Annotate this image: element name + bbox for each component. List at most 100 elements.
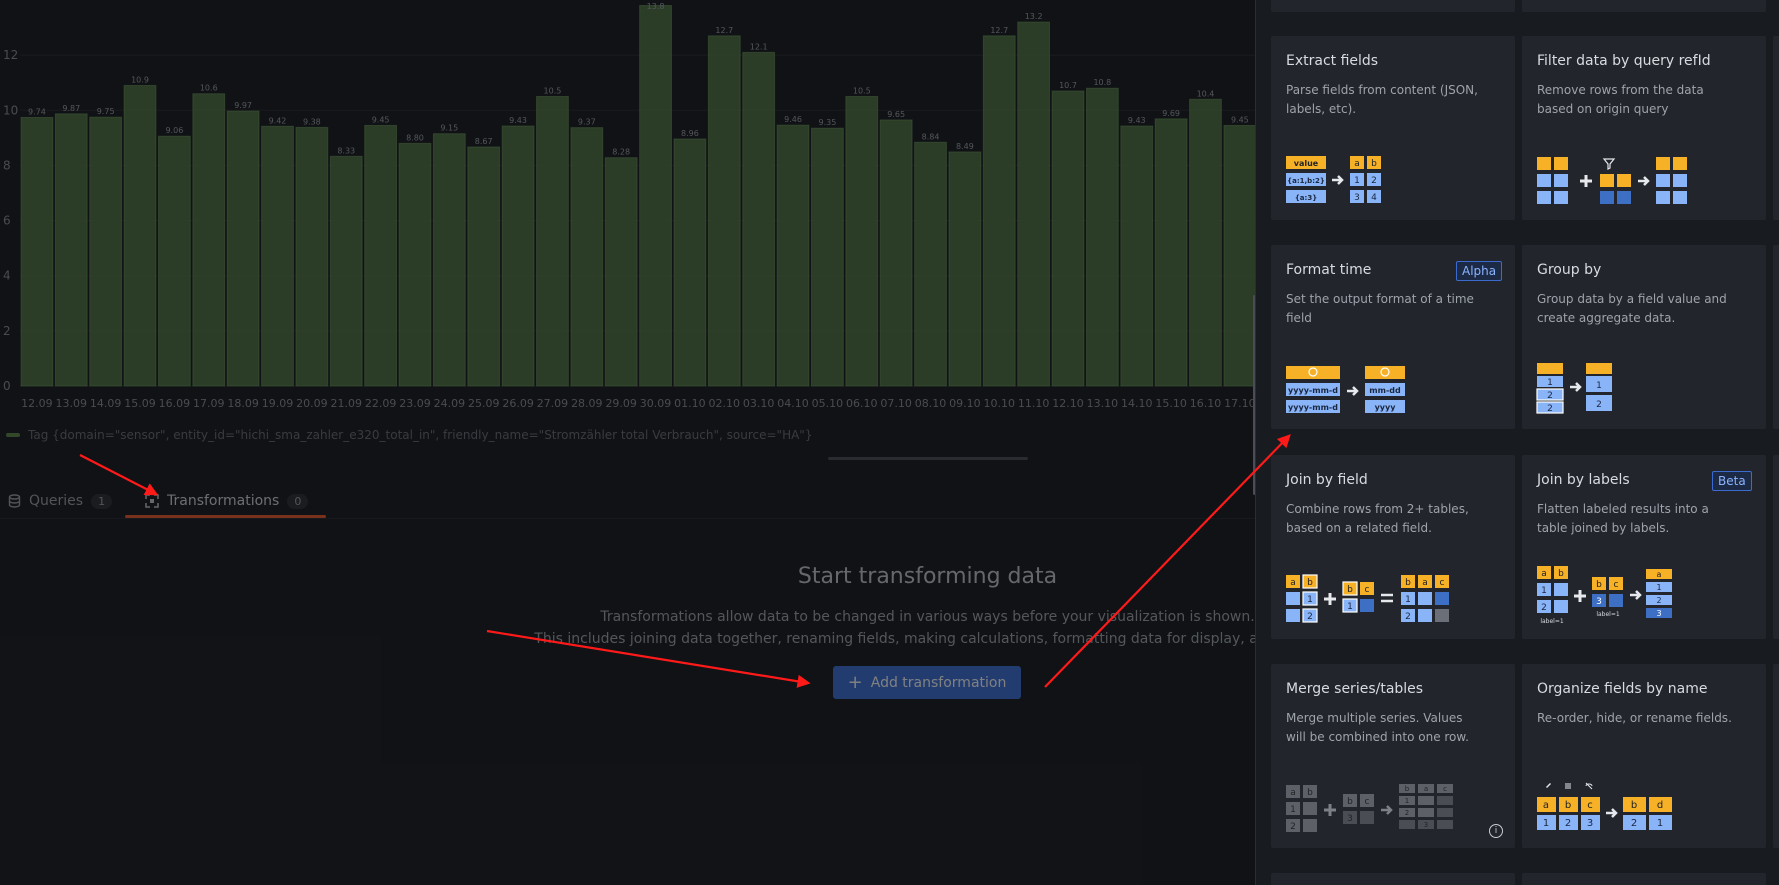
- chart-bar[interactable]: [329, 155, 363, 387]
- bar-value-label: 8.49: [956, 142, 974, 151]
- card-filter-by-refid[interactable]: Filter data by query refId Remove rows f…: [1522, 36, 1766, 220]
- bar-value-label: 9.35: [819, 118, 837, 127]
- svg-text:a: a: [1541, 569, 1547, 579]
- chart-bar[interactable]: [1189, 98, 1222, 387]
- chart-bar[interactable]: [742, 51, 776, 387]
- bar-value-label: 9.69: [1162, 109, 1180, 118]
- svg-text:b: b: [1307, 788, 1313, 798]
- chart-bar[interactable]: [707, 35, 741, 387]
- bar-value-label: 9.46: [784, 115, 802, 124]
- card-partial-right-3[interactable]: [1773, 455, 1779, 639]
- card-partial-bottom-right[interactable]: [1522, 873, 1766, 885]
- card-join-by-labels[interactable]: Join by labels Beta Flatten labeled resu…: [1522, 455, 1766, 639]
- svg-text:2: 2: [1541, 603, 1547, 613]
- chart-bar[interactable]: [467, 146, 501, 387]
- chart-bar[interactable]: [226, 110, 260, 387]
- card-format-time[interactable]: Format time Alpha Set the output format …: [1271, 245, 1515, 429]
- bar-value-label: 9.45: [1231, 115, 1249, 124]
- tab-queries[interactable]: Queries 1: [8, 484, 113, 518]
- chart-bar[interactable]: [398, 142, 432, 387]
- format-time-illustration: yyyy-mm-d yyyy-mm-d mm-dd yyyy: [1286, 366, 1405, 413]
- x-tick-label: 16.10: [1190, 397, 1222, 410]
- card-join-by-field[interactable]: Join by field Combine rows from 2+ table…: [1271, 455, 1515, 639]
- svg-text:a: a: [1422, 578, 1428, 588]
- chart-bar[interactable]: [1085, 87, 1119, 387]
- extract-h1: a: [1354, 159, 1360, 169]
- chart-bar[interactable]: [364, 124, 398, 387]
- card-partial-right-2[interactable]: [1773, 245, 1779, 429]
- chart-bar[interactable]: [157, 135, 191, 387]
- chart-bar[interactable]: [1223, 124, 1255, 387]
- chart-legend[interactable]: Tag {domain="sensor", entity_id="hichi_s…: [6, 428, 812, 442]
- card-extract-fields[interactable]: Extract fields Parse fields from content…: [1271, 36, 1515, 220]
- info-icon[interactable]: i: [1489, 824, 1503, 838]
- chart-bar[interactable]: [1154, 118, 1188, 387]
- card-partial-right-1[interactable]: [1773, 36, 1779, 220]
- legend-scrollbar[interactable]: [828, 457, 1028, 460]
- x-tick-label: 03.10: [743, 397, 775, 410]
- chart-bar[interactable]: [811, 127, 844, 387]
- chart-bar[interactable]: [776, 124, 810, 387]
- grp-in2: 2: [1547, 391, 1553, 401]
- bar-value-label: 8.67: [475, 137, 493, 146]
- bar-value-label: 9.43: [1128, 116, 1146, 125]
- chart-bar[interactable]: [123, 84, 157, 387]
- add-transformation-button[interactable]: + Add transformation: [833, 666, 1021, 699]
- chart-bar[interactable]: [1017, 21, 1051, 387]
- chart-bar[interactable]: [1120, 125, 1154, 387]
- card-merge-series-tables[interactable]: Merge series/tables Merge multiple serie…: [1271, 664, 1515, 848]
- svg-text:2: 2: [1405, 809, 1409, 817]
- chart-bar[interactable]: [192, 93, 226, 387]
- chart-bar[interactable]: [54, 113, 88, 387]
- extract-row1: {a:1,b:2}: [1287, 177, 1325, 185]
- card-partial-right-4[interactable]: [1773, 664, 1779, 848]
- chart-bar[interactable]: [261, 125, 294, 387]
- card-partial-top-left[interactable]: [1271, 0, 1515, 12]
- card-group-by[interactable]: Group by Group data by a field value and…: [1522, 245, 1766, 429]
- svg-text:label=1: label=1: [1596, 611, 1620, 618]
- x-tick-label: 13.09: [56, 397, 88, 410]
- card-partial-top-right[interactable]: [1522, 0, 1766, 12]
- bar-value-label: 9.87: [62, 104, 80, 113]
- bar-value-label: 10.4: [1197, 89, 1215, 98]
- x-tick-label: 04.10: [777, 397, 809, 410]
- chart-bar[interactable]: [604, 157, 638, 387]
- svg-text:1: 1: [1405, 797, 1409, 805]
- chart-bar[interactable]: [982, 35, 1016, 387]
- chart-bar[interactable]: [536, 96, 569, 387]
- chart-bar[interactable]: [20, 116, 54, 387]
- organize-illustration: a b c 1 2 3 b d 2 1: [1537, 782, 1672, 830]
- chart-bar[interactable]: [432, 133, 466, 387]
- bar-value-label: 13.8: [647, 2, 665, 11]
- chart-bar[interactable]: [501, 125, 535, 387]
- svg-text:3: 3: [1347, 814, 1353, 824]
- grp-out2: 2: [1596, 400, 1602, 410]
- merge-illustration: a b 1 2 b c 3 b a c 1 2 3: [1286, 784, 1453, 832]
- chart-bar[interactable]: [914, 141, 947, 387]
- card-organize-fields[interactable]: Organize fields by name Re-order, hide, …: [1522, 664, 1766, 848]
- y-tick-label: 4: [3, 269, 11, 283]
- chart-bar[interactable]: [845, 96, 879, 387]
- bar-value-label: 8.80: [406, 133, 424, 142]
- chart-bar[interactable]: [879, 119, 913, 387]
- svg-text:2: 2: [1631, 818, 1637, 829]
- chart-bar[interactable]: [570, 127, 604, 387]
- chart-bar[interactable]: [1051, 90, 1085, 387]
- card-partial-bottom-left[interactable]: [1271, 873, 1515, 885]
- tab-transformations-label: Transformations: [167, 493, 280, 509]
- chart-bar[interactable]: [89, 116, 123, 387]
- tab-transformations[interactable]: Transformations 0: [124, 484, 327, 518]
- chart-bar[interactable]: [295, 126, 329, 387]
- x-tick-label: 01.10: [674, 397, 706, 410]
- chart-bar[interactable]: [948, 151, 982, 387]
- chart-bar[interactable]: [639, 5, 672, 387]
- svg-text:b: b: [1565, 800, 1571, 811]
- bar-value-label: 9.15: [440, 124, 458, 133]
- extract-c4: 4: [1371, 193, 1377, 203]
- svg-text:1: 1: [1543, 818, 1549, 829]
- chart-bar[interactable]: [673, 138, 707, 387]
- x-tick-label: 02.10: [709, 397, 741, 410]
- transform-icon: [145, 494, 159, 508]
- bar-value-label: 8.33: [337, 146, 355, 155]
- bar-value-label: 10.8: [1093, 78, 1111, 87]
